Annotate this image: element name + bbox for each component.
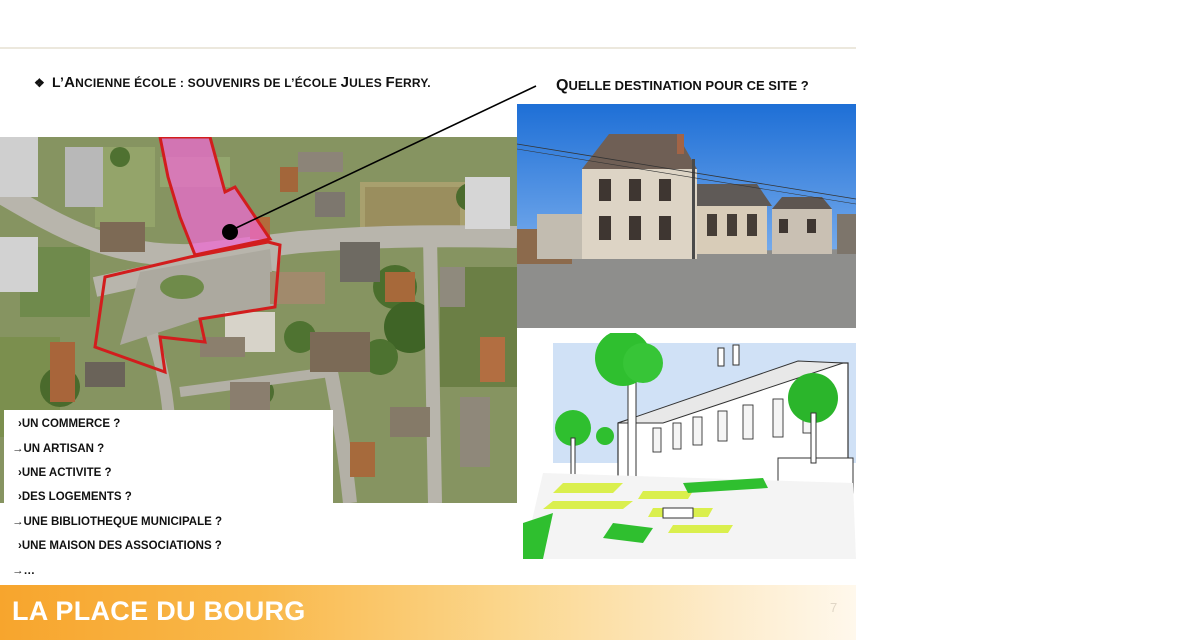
footer-title: LA PLACE DU BOURG xyxy=(12,596,306,626)
connector-line xyxy=(235,85,537,229)
slide: ❖ L’ANCIENNE ÉCOLE : SOUVENIRS DE L’ÉCOLE… xyxy=(0,0,1185,640)
page-number: 7 xyxy=(830,600,838,615)
